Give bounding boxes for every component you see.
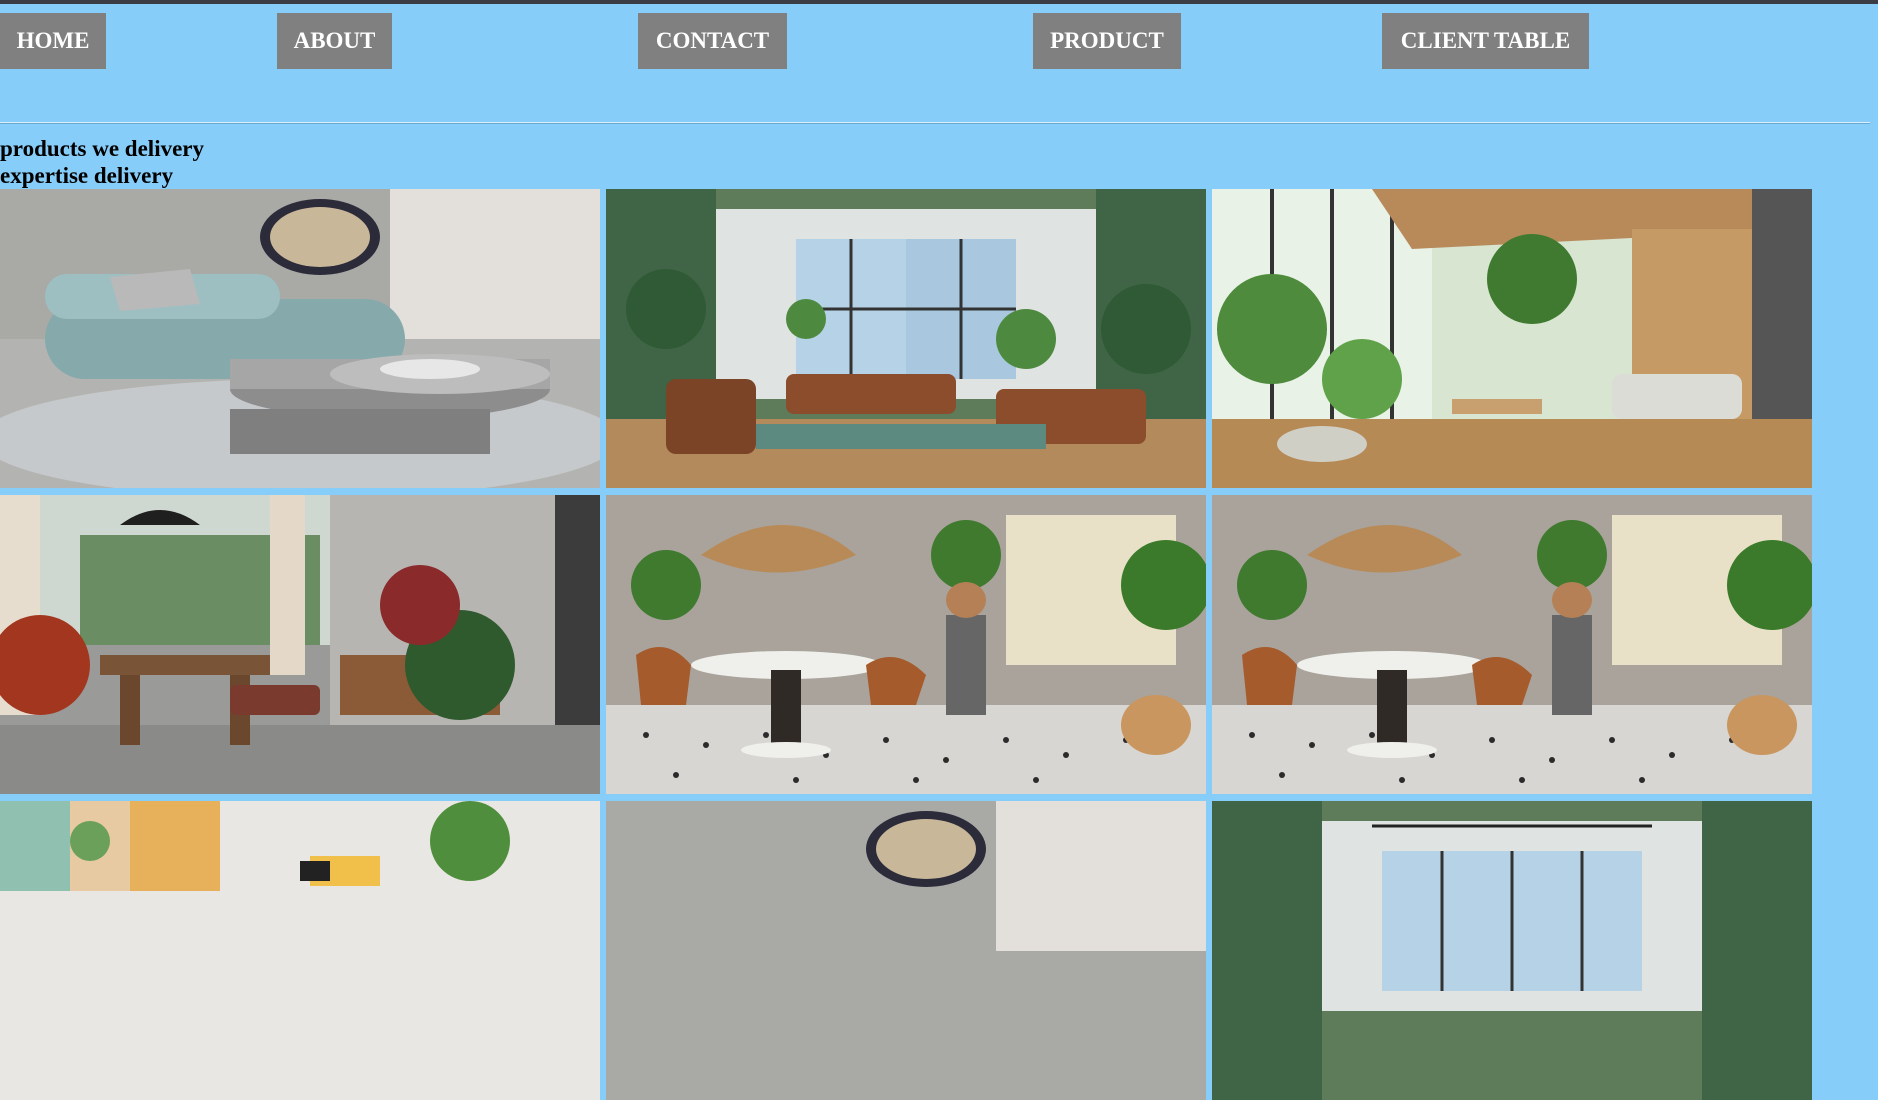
expertise-heading: expertise delivery	[0, 163, 174, 188]
nav-about-button[interactable]: ABOUT	[277, 13, 392, 69]
sofa-living-room-image	[0, 189, 600, 488]
nav-contact-button[interactable]: CONTACT	[638, 13, 787, 69]
nav-product-button[interactable]: PRODUCT	[1033, 13, 1181, 69]
green-wall-lounge-image	[606, 189, 1206, 488]
nav-home-button[interactable]: HOME	[0, 13, 106, 69]
colorful-art-room-image	[0, 801, 600, 1100]
sofa-living-room-image	[606, 801, 1206, 1100]
products-heading: products we delivery	[0, 136, 205, 161]
green-wall-lounge-image	[1212, 801, 1812, 1100]
nav-client-table-button[interactable]: CLIENT TABLE	[1382, 13, 1589, 69]
cafe-table-image	[606, 495, 1206, 794]
top-strip	[0, 0, 1878, 4]
brick-dining-room-image	[0, 495, 600, 794]
cafe-table-image	[1212, 495, 1812, 794]
sunroom-plants-image	[1212, 189, 1812, 488]
horizontal-rule	[0, 122, 1870, 124]
